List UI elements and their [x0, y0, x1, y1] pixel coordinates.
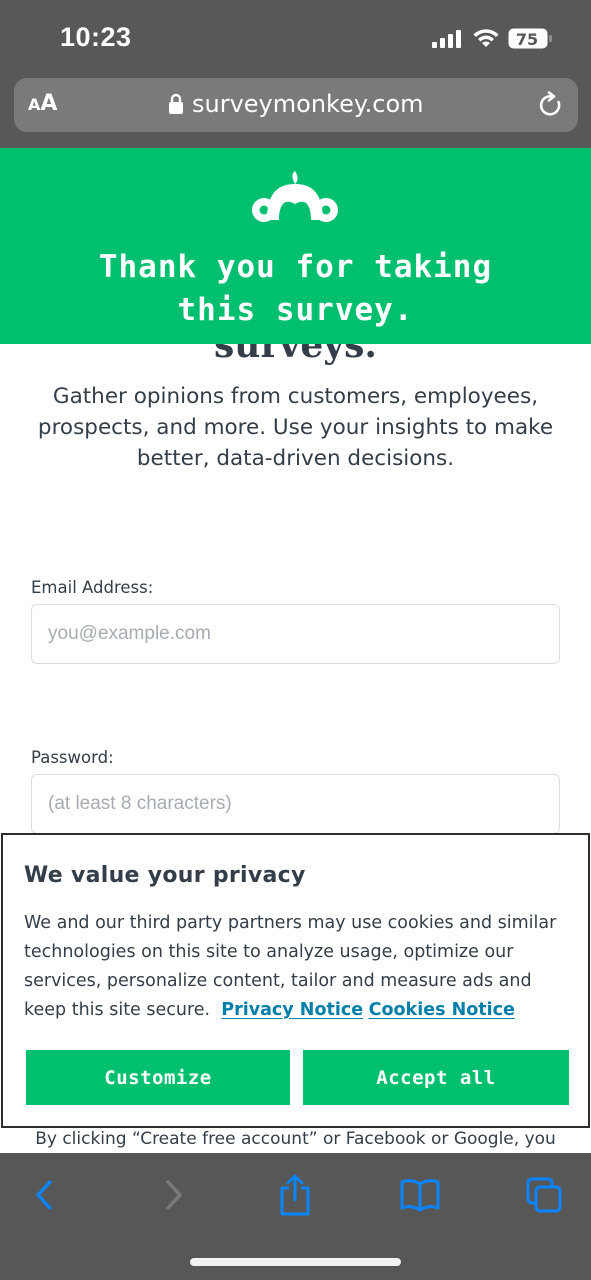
share-icon[interactable] [278, 1173, 312, 1217]
accept-all-button[interactable]: Accept all [303, 1050, 569, 1105]
email-field[interactable] [31, 604, 560, 664]
bookmarks-icon[interactable] [400, 1177, 440, 1213]
status-bar: 10:23 75 [0, 0, 591, 78]
reload-icon[interactable] [538, 91, 564, 119]
thank-you-title-line2: this survey. [177, 292, 414, 328]
password-field[interactable] [31, 774, 560, 834]
terms-note: By clicking “Create free account” or Fac… [0, 1128, 591, 1154]
home-indicator [190, 1258, 401, 1266]
url-display[interactable]: surveymonkey.com [168, 90, 424, 118]
signal-icon [432, 30, 461, 48]
address-bar[interactable]: AA surveymonkey.com [14, 78, 578, 132]
tabs-icon[interactable] [526, 1177, 564, 1213]
thank-you-title: Thank you for taking this survey. [0, 246, 591, 332]
cookie-banner-title: We value your privacy [24, 863, 306, 888]
forward-icon[interactable] [158, 1177, 188, 1213]
customize-button[interactable]: Customize [26, 1050, 290, 1105]
password-label: Password: [31, 748, 114, 767]
url-text: surveymonkey.com [192, 90, 424, 118]
email-label: Email Address: [31, 578, 154, 597]
cookie-consent-banner: We value your privacy We and our third p… [1, 833, 590, 1128]
text-size-small: A [28, 95, 41, 114]
cookie-banner-text: We and our third party partners may use … [24, 909, 572, 1025]
battery-icon: 75 [508, 28, 552, 49]
privacy-notice-link[interactable]: Privacy Notice [221, 1000, 363, 1020]
cookies-notice-link[interactable]: Cookies Notice [369, 1000, 515, 1020]
text-size-button[interactable]: AA [28, 91, 57, 116]
signup-subtitle: Gather opinions from customers, employee… [37, 384, 554, 471]
thank-you-banner: Thank you for taking this survey. [0, 148, 591, 344]
battery-level: 75 [516, 30, 538, 49]
thank-you-title-line1: Thank you for taking [98, 249, 493, 285]
back-icon[interactable] [30, 1177, 60, 1213]
lock-icon [169, 93, 183, 114]
wifi-icon [473, 29, 499, 47]
text-size-large: A [40, 91, 58, 116]
surveymonkey-logo [252, 171, 338, 222]
status-time: 10:23 [60, 22, 132, 52]
